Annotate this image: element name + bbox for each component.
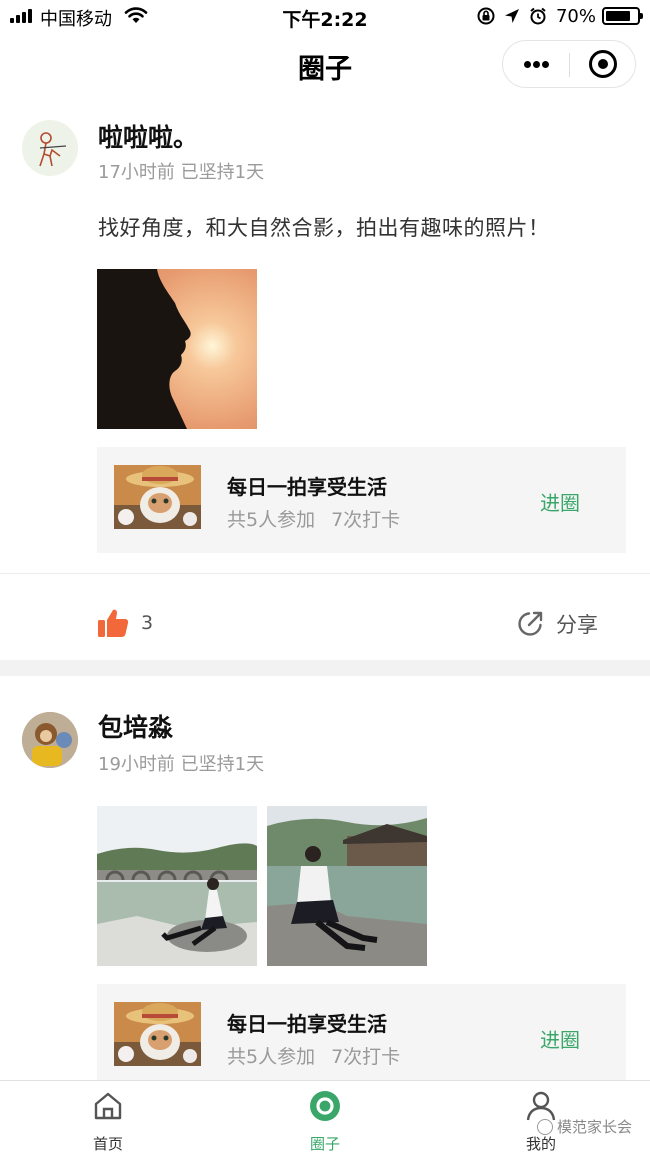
target-icon: [589, 50, 617, 78]
like-button[interactable]: 3: [97, 608, 153, 638]
location-icon: [504, 9, 519, 23]
tab-label: 圈子: [309, 1135, 340, 1153]
share-icon: [518, 611, 543, 636]
battery-percent: 70%: [555, 5, 596, 27]
author-name[interactable]: 啦啦啦。: [98, 118, 198, 154]
author-name[interactable]: 包培淼: [98, 708, 173, 744]
thumbs-up-icon: [98, 609, 129, 637]
post-card: 包培淼 19小时前 已坚持1天 每日一拍享受生活 共5人参加 7次打卡 进圈: [0, 676, 650, 1080]
post-photo[interactable]: [267, 806, 427, 966]
tab-bar: 首页 圈子 我的 模范家长会: [0, 1080, 650, 1156]
share-button[interactable]: 分享: [516, 609, 598, 639]
circle-name: 每日一拍享受生活: [227, 1012, 387, 1036]
circle-icon: [310, 1091, 340, 1121]
post-meta: 17小时前 已坚持1天: [98, 158, 264, 184]
divider: [0, 573, 650, 574]
join-circle-button[interactable]: 进圈: [540, 487, 580, 516]
share-label: 分享: [556, 613, 598, 637]
avatar[interactable]: [22, 120, 78, 176]
tab-home[interactable]: 首页: [58, 1087, 158, 1153]
nav-bar: 圈子: [0, 32, 650, 94]
post-photo[interactable]: [97, 806, 257, 966]
checkin-count: 7次打卡: [331, 509, 401, 531]
mini-program-capsule: [502, 40, 636, 88]
kitten-hat-image: [114, 465, 201, 529]
silhouette-sunset-image: [97, 269, 257, 429]
post-meta: 19小时前 已坚持1天: [98, 750, 264, 776]
wechat-account-icon: [536, 1118, 553, 1135]
watermark-text: 模范家长会: [556, 1118, 632, 1136]
alarm-icon: [530, 7, 546, 25]
streak-label: 已坚持1天: [180, 754, 265, 775]
participant-count: 共5人参加: [227, 509, 316, 531]
post-card: 啦啦啦。 17小时前 已坚持1天 找好角度，和大自然合影，拍出有趣味的照片！ 每…: [0, 94, 650, 660]
post-content: 找好角度，和大自然合影，拍出有趣味的照片！: [98, 216, 550, 240]
avatar[interactable]: [22, 712, 78, 768]
streak-label: 已坚持1天: [180, 162, 265, 183]
tab-circle[interactable]: 圈子: [275, 1087, 375, 1153]
checkin-count: 7次打卡: [331, 1046, 401, 1068]
circle-thumbnail: [114, 465, 201, 529]
circle-name: 每日一拍享受生活: [227, 475, 387, 499]
circle-stats: 共5人参加 7次打卡: [227, 505, 400, 532]
more-options-button[interactable]: [503, 41, 569, 87]
like-count: 3: [141, 612, 154, 634]
circle-thumbnail: [114, 1002, 201, 1066]
bridge-river-photo: [97, 806, 257, 966]
rotation-lock-icon: [477, 7, 495, 25]
close-mini-program-button[interactable]: [570, 41, 636, 87]
circle-card[interactable]: 每日一拍享受生活 共5人参加 7次打卡 进圈: [97, 984, 626, 1080]
post-time: 19小时前: [98, 754, 175, 775]
participant-count: 共5人参加: [227, 1046, 316, 1068]
watermark: 模范家长会: [536, 1116, 632, 1137]
circle-stats: 共5人参加 7次打卡: [227, 1042, 400, 1069]
toy-avatar-image: [22, 712, 78, 768]
village-lake-photo: [267, 806, 427, 966]
post-photo[interactable]: [97, 269, 257, 429]
battery-icon: [602, 7, 643, 25]
post-separator: [0, 660, 650, 676]
status-bar: 中国移动 下午2:22 70%: [0, 0, 650, 32]
circle-card[interactable]: 每日一拍享受生活 共5人参加 7次打卡 进圈: [97, 447, 626, 553]
join-circle-button[interactable]: 进圈: [540, 1024, 580, 1053]
sketch-girl-icon: [39, 132, 67, 167]
post-time: 17小时前: [98, 162, 175, 183]
home-icon: [94, 1092, 122, 1120]
kitten-hat-image: [114, 1002, 201, 1066]
tab-label: 首页: [92, 1135, 123, 1153]
